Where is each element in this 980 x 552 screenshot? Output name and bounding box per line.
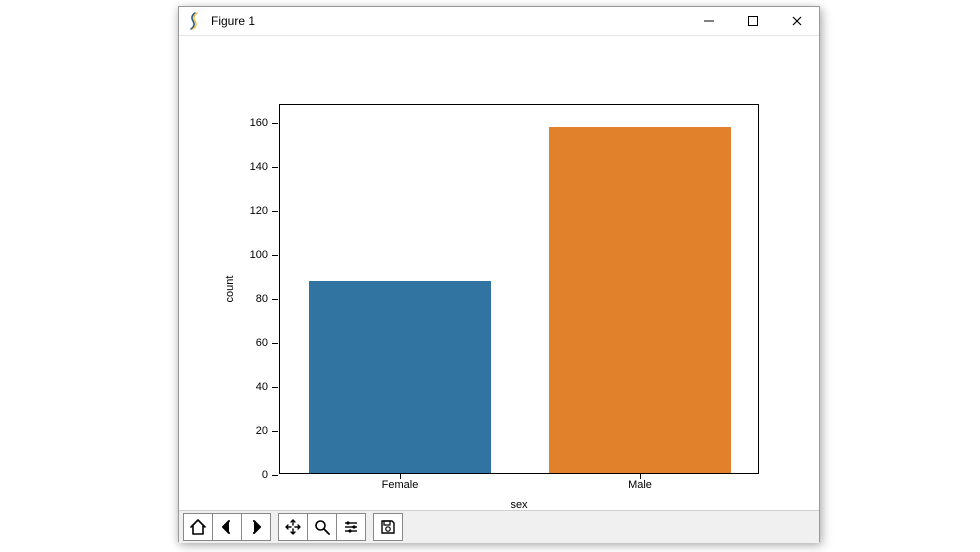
- y-tick-label: 60: [228, 337, 268, 349]
- chart-axes: count sex 020406080100120140160FemaleMal…: [279, 104, 759, 474]
- y-tick-label: 80: [228, 293, 268, 305]
- y-tick: [272, 299, 278, 300]
- window-title: Figure 1: [209, 14, 255, 28]
- y-tick-label: 100: [228, 249, 268, 261]
- zoom-button[interactable]: [307, 513, 337, 541]
- y-tick: [272, 167, 278, 168]
- figure-window: Figure 1 count sex 02040608010012014016: [178, 6, 820, 542]
- y-tick-label: 160: [228, 117, 268, 129]
- minimize-button[interactable]: [687, 7, 731, 35]
- configure-subplots-button[interactable]: [336, 513, 366, 541]
- y-tick-label: 20: [228, 425, 268, 437]
- matplotlib-toolbar: [179, 510, 819, 543]
- y-tick-label: 140: [228, 161, 268, 173]
- back-button[interactable]: [212, 513, 242, 541]
- y-tick-label: 40: [228, 381, 268, 393]
- pan-button[interactable]: [278, 513, 308, 541]
- save-button[interactable]: [373, 513, 403, 541]
- maximize-button[interactable]: [731, 7, 775, 35]
- app-icon: [185, 11, 205, 31]
- y-tick: [272, 475, 278, 476]
- toolbar-separator: [270, 514, 278, 540]
- figure-canvas: count sex 020406080100120140160FemaleMal…: [179, 36, 819, 510]
- x-tick-label: Female: [382, 479, 419, 491]
- y-tick: [272, 211, 278, 212]
- y-tick-label: 120: [228, 205, 268, 217]
- x-tick-label: Male: [628, 479, 652, 491]
- y-tick: [272, 431, 278, 432]
- y-tick: [272, 343, 278, 344]
- y-tick-label: 0: [228, 469, 268, 481]
- y-tick: [272, 387, 278, 388]
- titlebar: Figure 1: [179, 7, 819, 36]
- home-button[interactable]: [183, 513, 213, 541]
- bar-female: [309, 281, 491, 473]
- y-tick: [272, 255, 278, 256]
- toolbar-separator: [365, 514, 373, 540]
- y-tick: [272, 123, 278, 124]
- close-button[interactable]: [775, 7, 819, 35]
- forward-button[interactable]: [241, 513, 271, 541]
- bar-male: [549, 127, 731, 473]
